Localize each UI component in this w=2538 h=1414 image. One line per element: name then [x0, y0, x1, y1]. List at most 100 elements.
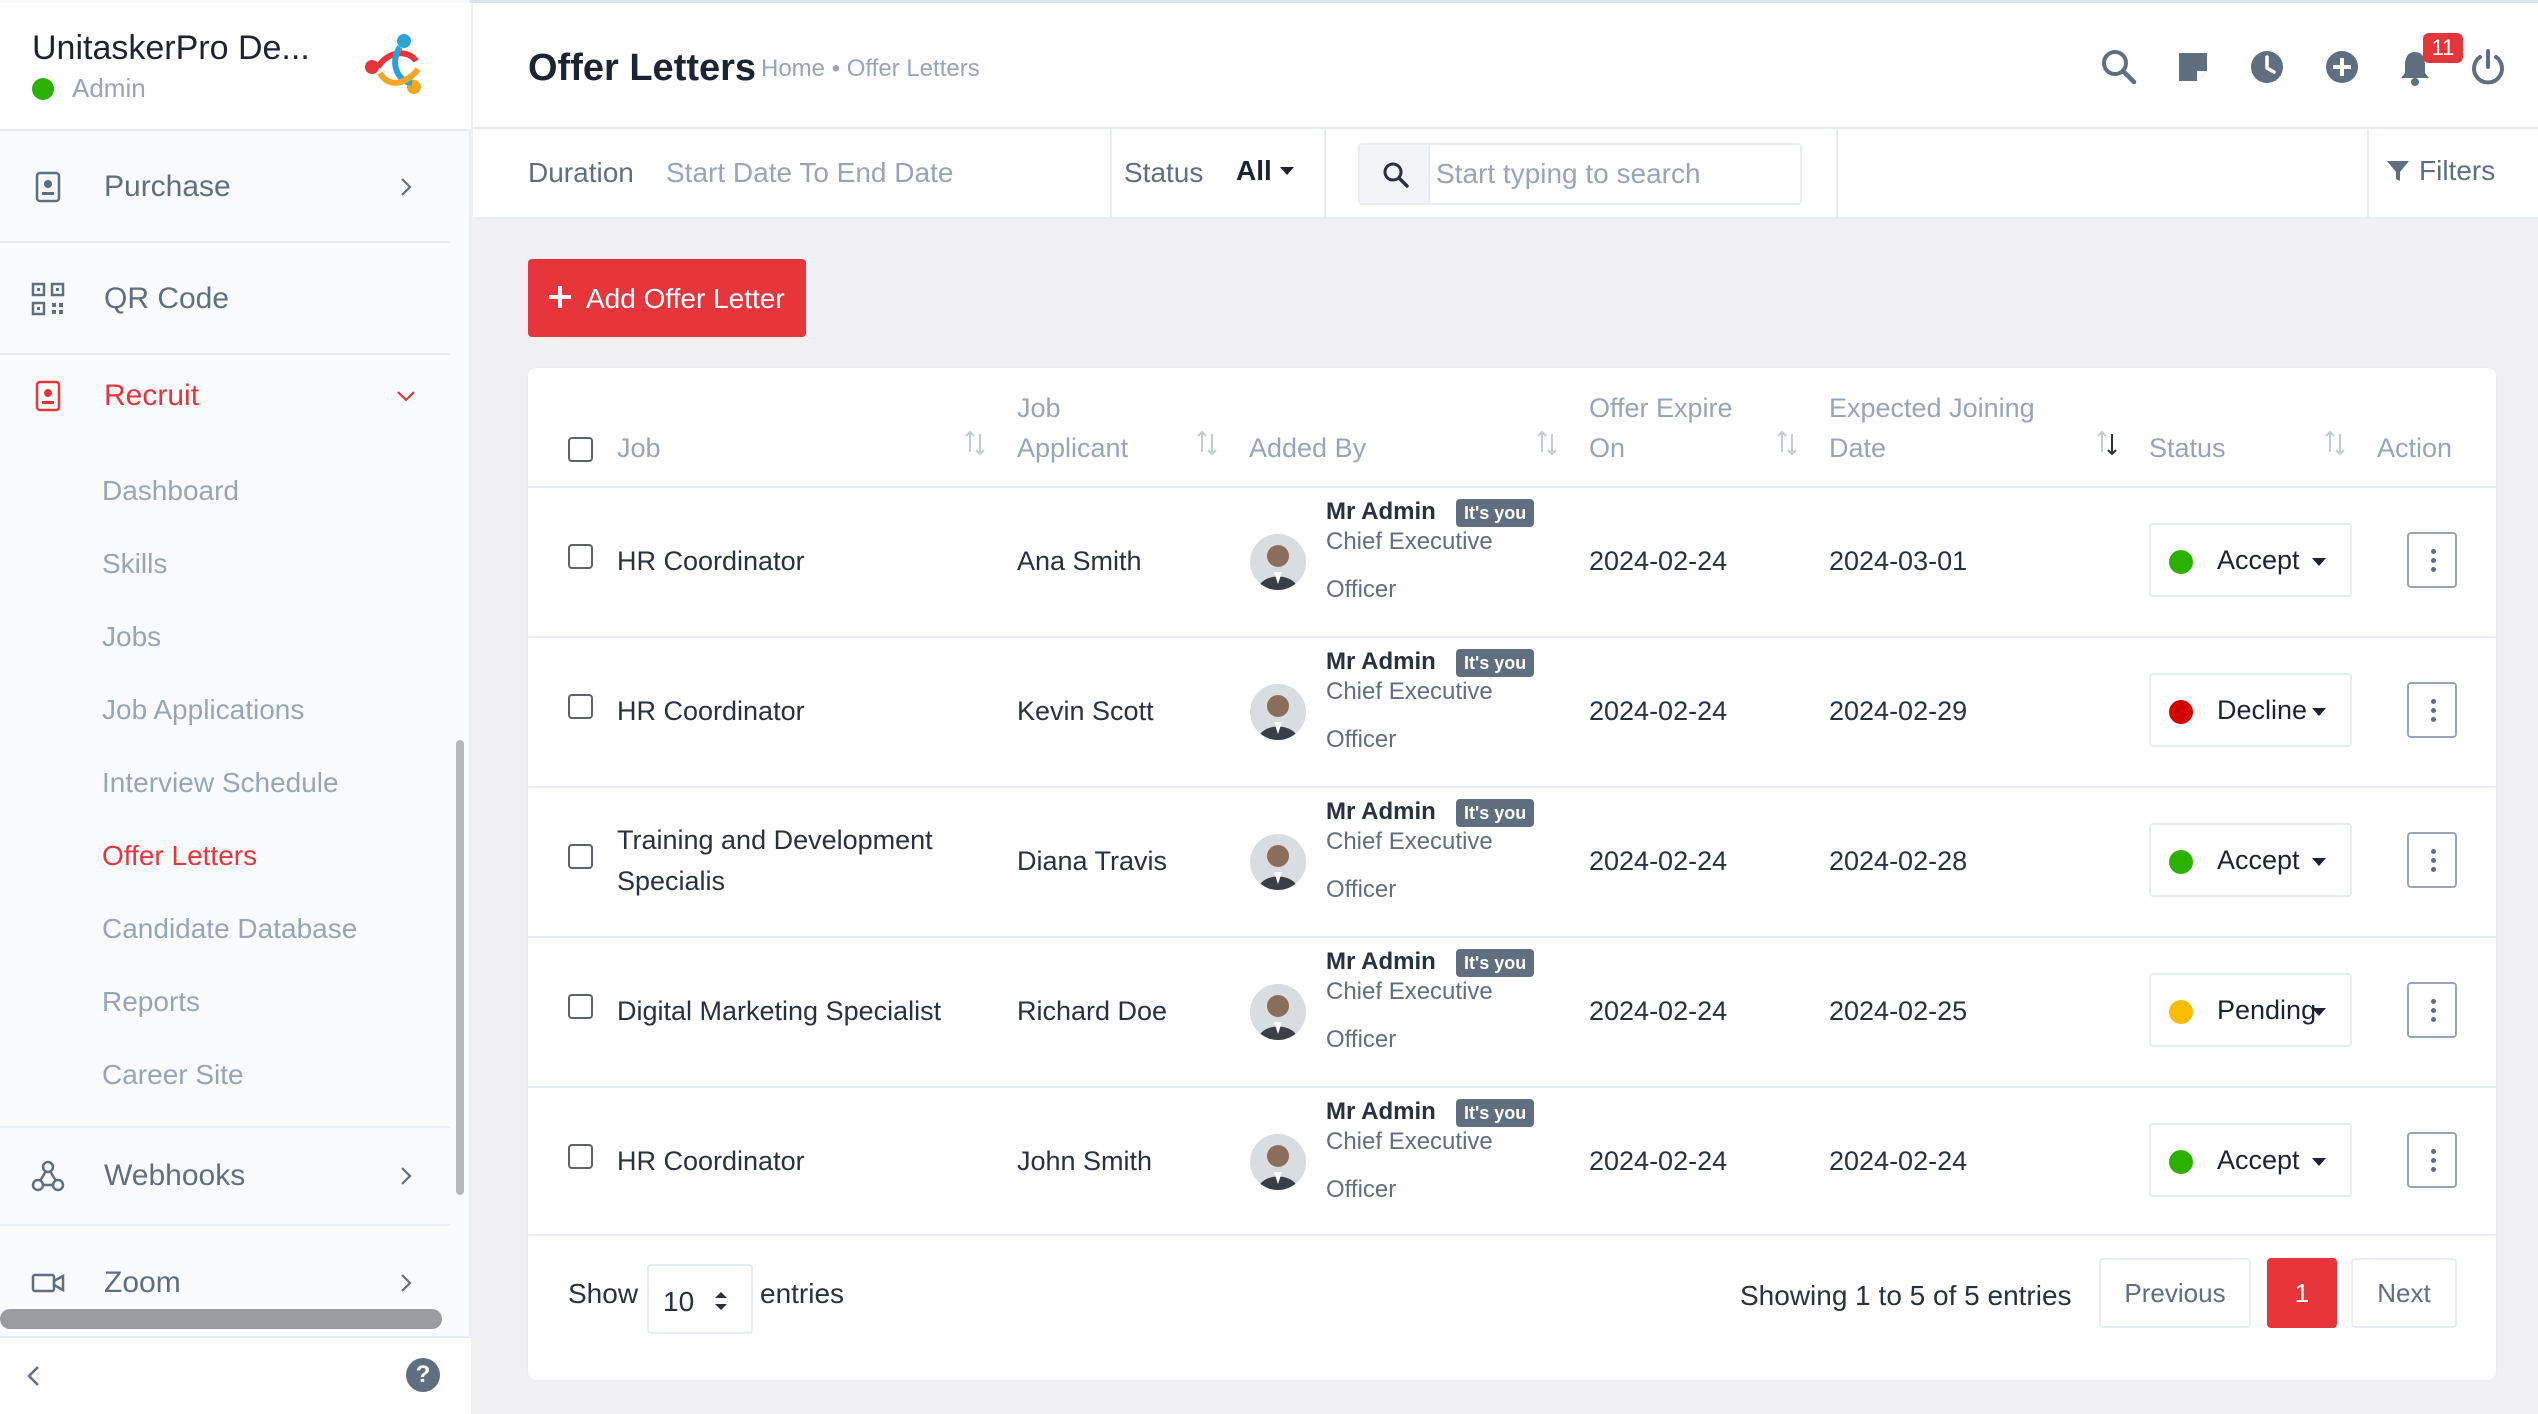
sidebar-item-webhooks[interactable]: Webhooks [0, 1128, 450, 1226]
filter-funnel-icon [2387, 161, 2409, 181]
qr-code-icon [31, 282, 65, 316]
row-actions-button[interactable] [2407, 1132, 2457, 1188]
sidebar-horizontal-scrollbar[interactable] [0, 1309, 442, 1329]
brand-header[interactable]: UnitaskerPro De... Admin [0, 3, 471, 131]
status-dropdown[interactable]: Accept [2149, 1123, 2352, 1197]
sort-icon[interactable] [2324, 430, 2346, 456]
sidebar-item-recruit[interactable]: Recruit [0, 341, 450, 451]
row-actions-button[interactable] [2407, 682, 2457, 738]
offer-expire-date: 2024-02-24 [1589, 846, 1728, 876]
row-checkbox[interactable] [568, 994, 593, 1019]
status-dropdown[interactable]: Accept [2149, 523, 2352, 597]
row-actions-button[interactable] [2407, 832, 2457, 888]
sidebar-subitem-skills[interactable]: Skills [102, 548, 167, 580]
status-dropdown[interactable]: Accept [2149, 823, 2352, 897]
column-header-expire-line2[interactable]: On [1589, 428, 1625, 469]
kebab-dot [2431, 558, 2436, 563]
sidebar-item-purchase[interactable]: Purchase [0, 133, 450, 243]
kebab-dot [2431, 699, 2436, 704]
entries-per-page-select[interactable]: 10 [647, 1264, 753, 1334]
row-checkbox[interactable] [568, 694, 593, 719]
expected-joining-date: 2024-02-24 [1829, 1146, 1968, 1176]
sidebar-vertical-scrollbar[interactable] [456, 740, 464, 1195]
previous-page-button[interactable]: Previous [2099, 1258, 2251, 1328]
sidebar-item-zoom[interactable]: Zoom [0, 1228, 450, 1311]
status-dot [2169, 1000, 2193, 1024]
sidebar-subitem-reports[interactable]: Reports [102, 986, 200, 1018]
help-icon[interactable]: ? [406, 1358, 440, 1392]
sidebar-item-qr-code[interactable]: QR Code [0, 245, 450, 355]
power-icon[interactable] [2468, 47, 2508, 87]
applicant-name[interactable]: Richard Doe [1017, 991, 1167, 1032]
job-title[interactable]: Digital Marketing Specialist [617, 991, 941, 1032]
company-name[interactable]: UnitaskerPro De... [32, 29, 310, 68]
status-dropdown[interactable]: Pending [2149, 973, 2352, 1047]
added-by-role-line2: Officer [1326, 1176, 1397, 1203]
applicant-name[interactable]: John Smith [1017, 1141, 1152, 1182]
status-filter-select[interactable]: All [1236, 155, 1294, 187]
user-role-label: Admin [72, 73, 146, 103]
plus-circle-icon[interactable] [2322, 47, 2362, 87]
pagination-info: Showing 1 to 5 of 5 entries [1740, 1280, 2072, 1311]
column-header-job[interactable]: Job [617, 428, 661, 469]
job-title[interactable]: HR Coordinator [617, 541, 805, 582]
applicant-name[interactable]: Diana Travis [1017, 841, 1167, 882]
breadcrumb[interactable]: Home • Offer Letters [761, 55, 980, 83]
sort-icon[interactable] [1776, 430, 1798, 456]
divider [2367, 129, 2369, 219]
column-header-joining-line2[interactable]: Date [1829, 428, 1886, 469]
sort-icon[interactable] [964, 430, 986, 456]
column-header-applicant-line1[interactable]: Job [1017, 388, 1061, 429]
webhooks-icon [31, 1160, 65, 1192]
row-actions-button[interactable] [2407, 532, 2457, 588]
collapse-sidebar-icon[interactable] [22, 1364, 46, 1388]
offer-expire-date: 2024-02-24 [1589, 1146, 1728, 1176]
sidebar-subitem-candidate-database[interactable]: Candidate Database [102, 913, 357, 945]
sidebar-subitem-offer-letters[interactable]: Offer Letters [102, 840, 257, 872]
sort-icon[interactable] [1196, 430, 1218, 456]
sticky-note-icon[interactable] [2173, 47, 2213, 87]
add-offer-letter-button[interactable]: Add Offer Letter [528, 259, 806, 337]
row-actions-button[interactable] [2407, 982, 2457, 1038]
job-title[interactable]: HR Coordinator [617, 691, 805, 732]
select-all-checkbox[interactable] [568, 437, 593, 462]
sidebar-subitem-career-site[interactable]: Career Site [102, 1059, 244, 1091]
status-dropdown[interactable]: Decline [2149, 673, 2352, 747]
column-header-joining-line1[interactable]: Expected Joining [1829, 388, 2035, 429]
entries-per-page-value: 10 [663, 1286, 695, 1317]
date-range-input[interactable]: Start Date To End Date [666, 157, 953, 189]
search-icon[interactable] [2099, 47, 2139, 87]
clock-icon[interactable] [2247, 47, 2287, 87]
caret-down-icon [1279, 167, 1294, 175]
sort-icon[interactable] [1536, 430, 1558, 456]
applicant-name[interactable]: Ana Smith [1017, 541, 1142, 582]
page-header: Offer Letters Home • Offer Letters [473, 3, 2538, 129]
column-header-applicant-line2[interactable]: Applicant [1017, 428, 1128, 469]
column-header-status[interactable]: Status [2149, 428, 2226, 469]
search-input[interactable] [1436, 145, 1796, 203]
row-checkbox[interactable] [568, 544, 593, 569]
status-filter-value: All [1236, 155, 1272, 186]
row-checkbox[interactable] [568, 1144, 593, 1169]
sidebar-subitem-job-applications[interactable]: Job Applications [102, 694, 304, 726]
sidebar-subitem-dashboard[interactable]: Dashboard [102, 475, 239, 507]
sidebar-subitem-interview-schedule[interactable]: Interview Schedule [102, 767, 339, 799]
filters-button[interactable]: Filters [2385, 155, 2495, 187]
offer-expire-date: 2024-02-24 [1589, 996, 1728, 1026]
job-title[interactable]: HR Coordinator [617, 1141, 805, 1182]
column-header-added-by[interactable]: Added By [1249, 428, 1366, 469]
row-checkbox[interactable] [568, 844, 593, 869]
column-header-expire-line1[interactable]: Offer Expire [1589, 388, 1733, 429]
kebab-dot [2431, 567, 2436, 572]
added-by-role-line2: Officer [1326, 576, 1397, 603]
sort-active-icon[interactable] [2096, 430, 2118, 456]
applicant-name[interactable]: Kevin Scott [1017, 691, 1154, 732]
sidebar-subitem-jobs[interactable]: Jobs [102, 621, 161, 653]
search-box[interactable] [1358, 143, 1802, 205]
job-title-line1[interactable]: Training and Development [617, 820, 933, 861]
sidebar-item-label: Webhooks [104, 1159, 246, 1192]
job-title-line2[interactable]: Specialis [617, 861, 725, 902]
next-page-button[interactable]: Next [2351, 1258, 2457, 1328]
sidebar-item-label: Purchase [104, 170, 231, 203]
page-1-button[interactable]: 1 [2267, 1258, 2337, 1328]
